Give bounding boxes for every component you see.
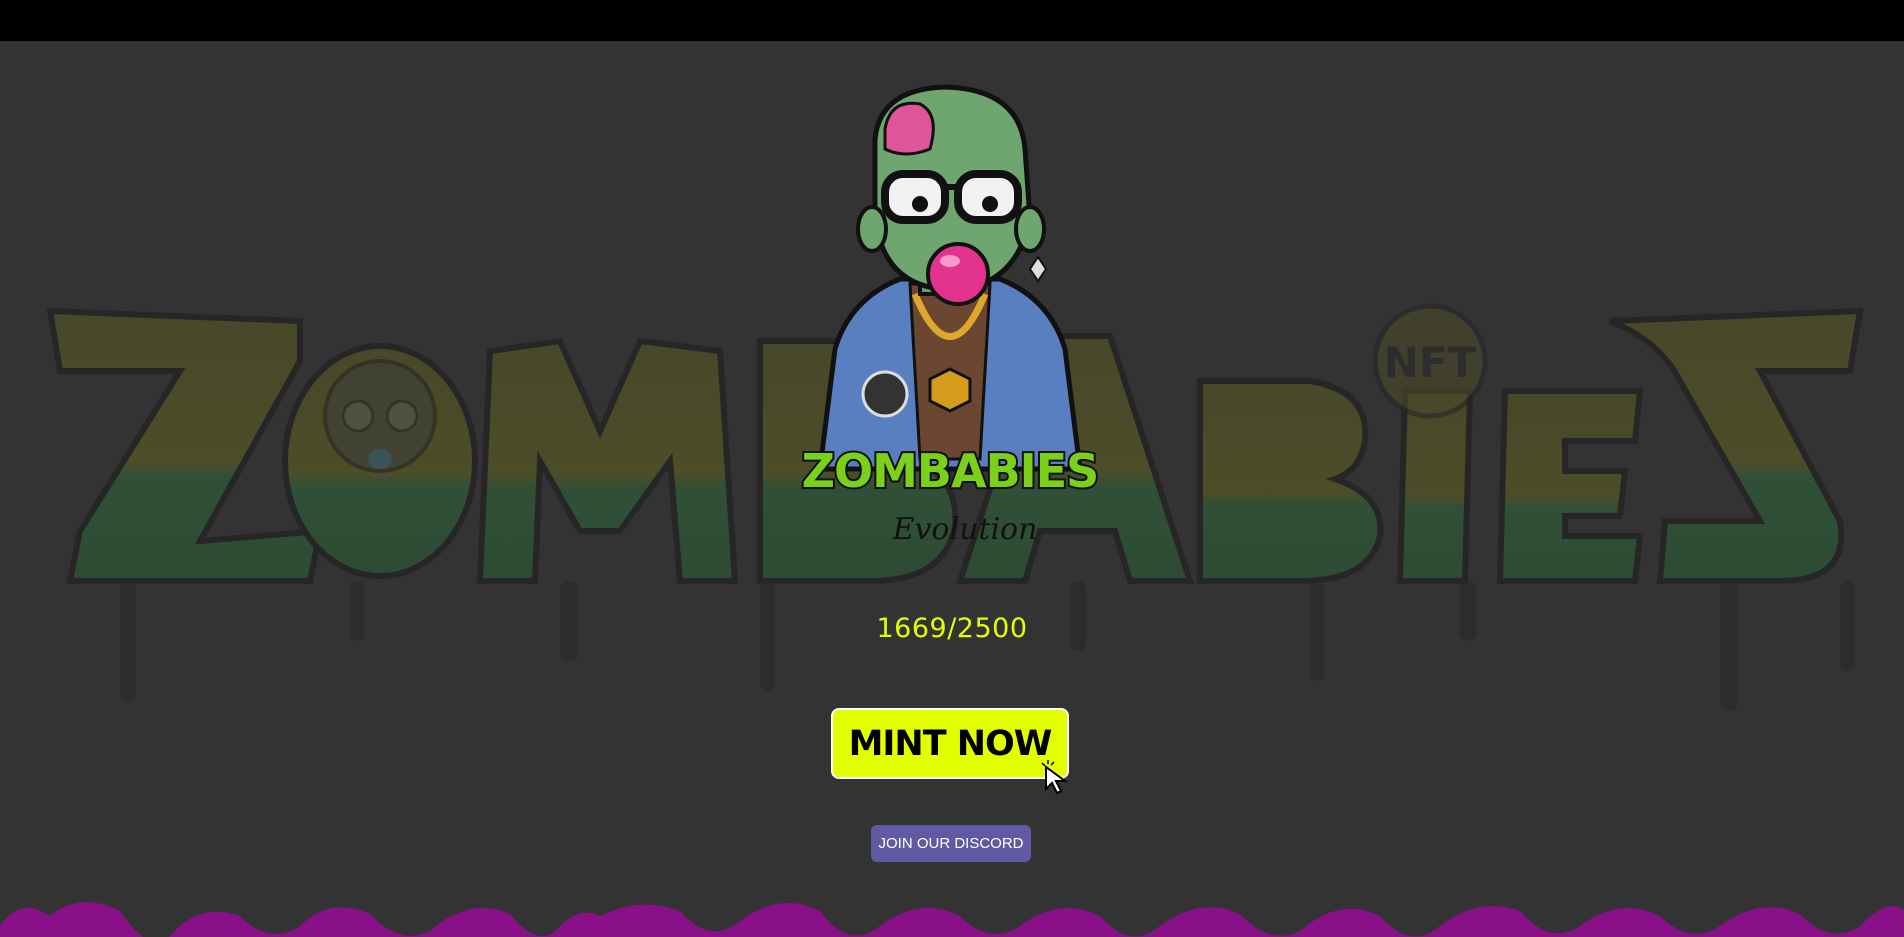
- mint-now-button[interactable]: MINT NOW: [831, 708, 1069, 779]
- svg-text:Evolution: Evolution: [892, 512, 1038, 547]
- pointer-cursor-icon: [1041, 760, 1069, 795]
- mint-counter: 1669/2500: [876, 613, 1028, 644]
- zombie-character-image: ZOMBABIES Evolution: [800, 84, 1102, 547]
- zombabies-logo: ZOMBABIES Evolution: [800, 442, 1102, 547]
- top-bar: [0, 0, 1904, 41]
- baby-face-icon: [323, 359, 437, 473]
- hero-section: NFT ZOMBABIES Evolution 1669/2500 MINT N…: [0, 41, 1904, 937]
- background-nft-badge: NFT: [1384, 338, 1477, 387]
- svg-text:ZOMBABIES: ZOMBABIES: [802, 444, 1099, 498]
- purple-goo-decoration: [0, 902, 1904, 937]
- join-discord-button[interactable]: JOIN OUR DISCORD: [871, 825, 1031, 862]
